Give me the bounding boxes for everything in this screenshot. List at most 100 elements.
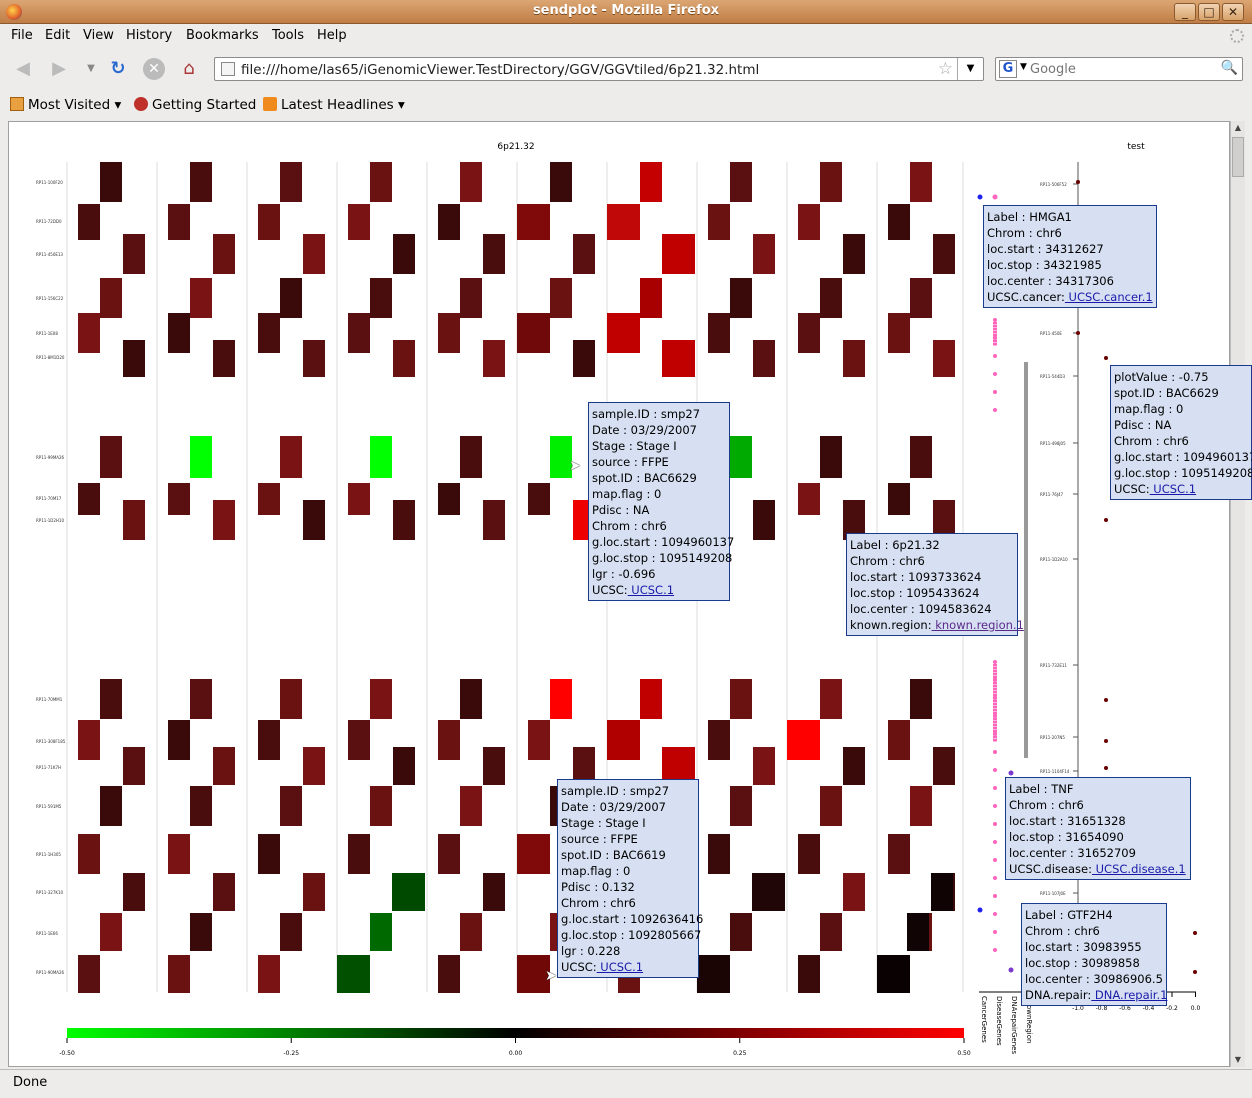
scrollbar-thumb[interactable] xyxy=(1232,137,1244,177)
search-bar[interactable]: G ▼ 🔍 xyxy=(995,57,1243,81)
status-text: Done xyxy=(13,1075,48,1090)
tooltip-link[interactable]: DNA.repair.1 xyxy=(1091,988,1168,1002)
disease-gene-dot xyxy=(993,703,997,706)
tooltip-smp27-lower: sample.ID : smp27 Date : 03/29/2007 Stage … xyxy=(557,779,703,978)
maximize-button[interactable]: □ xyxy=(1198,3,1220,21)
heatmap-cell xyxy=(910,786,932,826)
back-icon[interactable]: ◀ xyxy=(12,58,34,80)
right-row-label: RP11-207N5 xyxy=(1040,735,1065,740)
row-label: RP11-72DD0 xyxy=(36,219,62,224)
scroll-up-icon[interactable]: ▲ xyxy=(1231,121,1245,135)
google-icon[interactable]: G xyxy=(999,60,1017,78)
heatmap-cell xyxy=(438,204,460,240)
row-label: RP11-591M5 xyxy=(36,804,62,809)
disease-gene-dot xyxy=(993,322,997,325)
heatmap-cell xyxy=(607,720,640,760)
heatmap-cell xyxy=(348,483,370,515)
bookmark-star-icon[interactable]: ☆ xyxy=(938,59,953,79)
heatmap-cell xyxy=(730,162,752,202)
menu-help[interactable]: Help xyxy=(317,28,347,43)
heatmap-cell xyxy=(280,786,302,826)
heatmap-cell xyxy=(843,234,865,274)
heatmap-cell xyxy=(190,162,212,202)
disease-gene-dot xyxy=(993,343,997,346)
window-titlebar: sendplot - Mozilla Firefox _ □ ✕ xyxy=(0,0,1252,24)
search-icon[interactable]: 🔍 xyxy=(1221,60,1238,76)
bookmark-latest-headlines[interactable]: Latest Headlines ▾ xyxy=(263,97,405,113)
tooltip-link[interactable]: UCSC.1 xyxy=(1150,482,1196,496)
heatmap-cell xyxy=(438,834,460,874)
disease-gene-dot xyxy=(993,822,997,826)
colorbar-tick-label: -0.50 xyxy=(59,1050,75,1057)
home-icon[interactable]: ⌂ xyxy=(178,58,200,80)
tooltip-link[interactable]: UCSC.cancer.1 xyxy=(1065,290,1153,304)
heatmap-cell xyxy=(438,720,460,760)
history-dropdown-icon[interactable]: ▼ xyxy=(80,58,102,80)
heatmap-cell xyxy=(460,913,482,951)
heatmap-cell xyxy=(820,278,842,318)
close-button[interactable]: ✕ xyxy=(1222,3,1244,21)
right-axis-tick-label: -0.2 xyxy=(1166,1005,1178,1012)
menu-file[interactable]: File xyxy=(11,28,33,43)
window-title: sendplot - Mozilla Firefox xyxy=(532,3,720,18)
disease-gene-dot xyxy=(993,679,997,682)
menu-history[interactable]: History xyxy=(126,28,172,43)
page-icon xyxy=(221,62,235,76)
tooltip-row: map.flag : 0 xyxy=(561,864,631,878)
track-label: DNArepairGenes xyxy=(1010,996,1018,1054)
search-engine-dropdown-icon[interactable]: ▼ xyxy=(1020,62,1027,72)
heatmap-cell xyxy=(730,786,752,826)
tooltip-row: Pdisc : NA xyxy=(1114,418,1172,432)
menu-view[interactable]: View xyxy=(83,28,114,43)
row-label: RP11-71K7H xyxy=(36,765,61,770)
heatmap-cell xyxy=(190,679,212,719)
disease-gene-dot xyxy=(993,930,997,934)
minimize-button[interactable]: _ xyxy=(1174,3,1196,21)
disease-gene-dot xyxy=(993,721,997,724)
menu-bookmarks[interactable]: Bookmarks xyxy=(186,28,259,43)
heatmap-cell xyxy=(190,913,212,951)
reload-icon[interactable]: ↻ xyxy=(107,58,129,80)
scroll-down-icon[interactable]: ▼ xyxy=(1231,1053,1245,1067)
heatmap-cell xyxy=(483,340,505,377)
stop-icon[interactable]: ✕ xyxy=(143,58,165,80)
lollipop-point xyxy=(1104,739,1108,743)
heatmap-cell xyxy=(528,720,550,760)
tooltip-row: Chrom : chr6 xyxy=(1009,798,1084,812)
heatmap-cell xyxy=(78,720,100,760)
forward-icon[interactable]: ▶ xyxy=(48,58,70,80)
url-dropdown-icon[interactable]: ▼ xyxy=(957,58,983,80)
tooltip-link[interactable]: UCSC.1 xyxy=(628,583,674,597)
disease-gene-dot xyxy=(993,876,997,880)
tooltip-link[interactable]: UCSC.1 xyxy=(597,960,643,974)
tooltip-link[interactable]: known.region.1 xyxy=(932,618,1024,632)
tooltip-row: g.loc.stop : 1095149208 xyxy=(592,551,733,565)
colorbar-tick-label: 0.25 xyxy=(733,1050,747,1057)
track-label: DiseaseGenes xyxy=(995,996,1003,1046)
bookmark-getting-started[interactable]: Getting Started xyxy=(134,97,256,113)
menu-edit[interactable]: Edit xyxy=(45,28,70,43)
heatmap-cell xyxy=(798,313,820,353)
bookmark-most-visited[interactable]: Most Visited ▾ xyxy=(10,97,121,113)
tooltip-row: g.loc.stop : 1092805667 xyxy=(561,928,702,942)
search-input[interactable] xyxy=(1030,60,1216,78)
tooltip-row: sample.ID : smp27 xyxy=(561,784,670,798)
right-row-label: RP11-506F52 xyxy=(1040,182,1067,187)
tooltip-link-label: UCSC: xyxy=(561,960,597,974)
tooltip-link[interactable]: UCSC.disease.1 xyxy=(1092,862,1186,876)
vertical-scrollbar[interactable]: ▲ ▼ xyxy=(1230,121,1245,1067)
disease-gene-dot xyxy=(993,694,997,697)
url-text[interactable]: file:///home/las65/iGenomicViewer.TestDi… xyxy=(241,62,759,78)
heatmap-cell xyxy=(483,234,505,274)
heatmap-cell xyxy=(517,834,550,874)
menu-tools[interactable]: Tools xyxy=(272,28,304,43)
heatmap-cell xyxy=(888,834,910,874)
heatmap-cell xyxy=(280,913,302,951)
tooltip-row: lgr : -0.696 xyxy=(592,567,656,581)
heatmap-cell xyxy=(438,483,460,515)
tooltip-row: map.flag : 0 xyxy=(1114,402,1184,416)
url-bar[interactable]: file:///home/las65/iGenomicViewer.TestDi… xyxy=(214,57,984,81)
right-row-label: RP11-498J05 xyxy=(1040,441,1066,446)
tooltip-row: plotValue : -0.75 xyxy=(1114,370,1209,384)
tooltip-row: Stage : Stage I xyxy=(561,816,646,830)
